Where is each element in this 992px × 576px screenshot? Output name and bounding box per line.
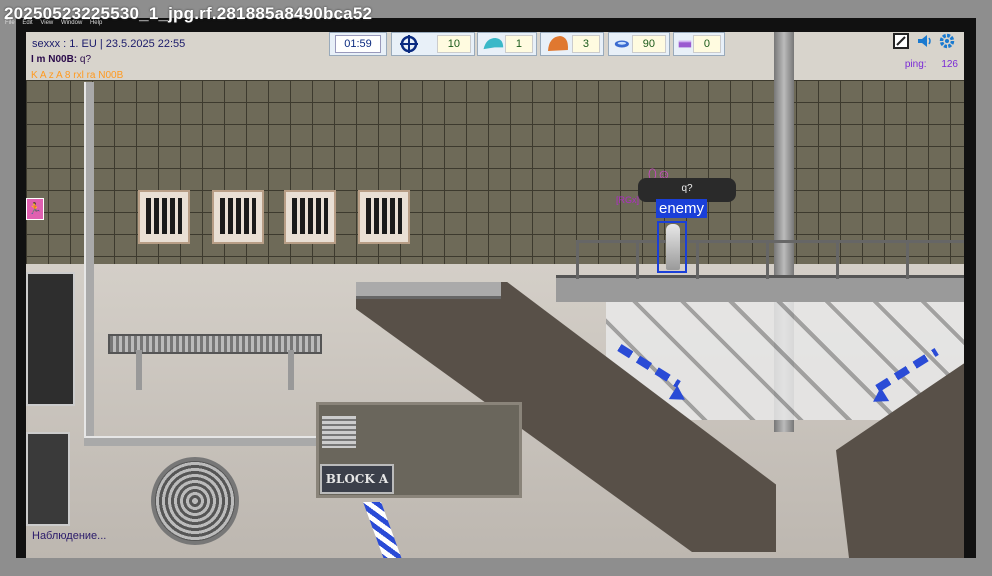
barred-window xyxy=(358,190,410,244)
stat-armor: 3 xyxy=(540,32,604,56)
grenade-icon xyxy=(678,40,692,48)
horizontal-pipe xyxy=(84,436,344,446)
chat-line: K A z A 8 rxl ra N00B xyxy=(31,70,124,81)
enemy-label: enemy xyxy=(656,199,708,218)
stat-helmet: 1 xyxy=(477,32,537,56)
helmet-value: 1 xyxy=(504,35,533,53)
enemy-bounding-box xyxy=(657,221,687,273)
timer-value: 01:59 xyxy=(335,35,381,53)
chat-author: I m N00B: xyxy=(31,54,78,65)
ammo-icon xyxy=(614,40,629,48)
bench-leg xyxy=(136,350,142,390)
menu-item-file[interactable]: File xyxy=(5,20,15,26)
barred-window xyxy=(284,190,336,244)
catwalk-railing xyxy=(576,240,964,279)
armor-value: 3 xyxy=(571,35,600,53)
fan-icon xyxy=(151,457,239,545)
grenade-value: 0 xyxy=(692,35,721,53)
barred-window xyxy=(212,190,264,244)
menu-item-edit[interactable]: Edit xyxy=(22,20,32,26)
fullscreen-icon[interactable] xyxy=(892,32,910,50)
catwalk xyxy=(556,275,964,302)
spectate-status: Наблюдение... xyxy=(32,530,107,542)
menu-item-view[interactable]: View xyxy=(40,20,53,26)
menu-item-help[interactable]: Help xyxy=(90,20,102,26)
vent-grill xyxy=(322,416,356,448)
server-info: sexxx : 1. EU | 23.5.2025 22:55 xyxy=(32,38,186,50)
kills-value: 10 xyxy=(436,35,471,53)
menu-bar[interactable]: File Edit View Window Help xyxy=(5,20,108,26)
ammo-value: 90 xyxy=(631,35,666,53)
vertical-pipe xyxy=(84,82,94,442)
stat-grenade: 0 xyxy=(673,32,725,56)
chat-text: q? xyxy=(79,54,92,65)
stat-ammo: 90 xyxy=(608,32,670,56)
barred-window xyxy=(138,190,190,244)
ping-value: 126 xyxy=(941,59,958,70)
crate xyxy=(26,272,75,406)
ledge xyxy=(356,282,501,299)
helmet-icon xyxy=(483,38,504,50)
crate xyxy=(26,432,70,526)
settings-gear-icon[interactable] xyxy=(938,32,956,50)
ping-label: ping: xyxy=(904,59,927,70)
bench-leg xyxy=(288,350,294,390)
chat-line: I m N00B: q? xyxy=(31,54,91,65)
game-viewport[interactable]: BLOCK A 🏃 ⬯☺ q? [RGx] enemy sexxx : 1. E… xyxy=(26,32,964,558)
ping-indicator: ping: 126 xyxy=(905,59,958,70)
armor-icon xyxy=(547,36,568,51)
stat-kills: 10 xyxy=(391,32,475,56)
exit-sign-icon: 🏃 xyxy=(26,198,44,220)
player-tag: [RGx] xyxy=(616,195,640,205)
menu-item-window[interactable]: Window xyxy=(61,20,82,26)
sound-icon[interactable] xyxy=(916,32,934,50)
round-timer: 01:59 xyxy=(329,32,387,56)
crosshair-icon xyxy=(400,35,418,53)
block-sign: BLOCK A xyxy=(320,464,394,494)
